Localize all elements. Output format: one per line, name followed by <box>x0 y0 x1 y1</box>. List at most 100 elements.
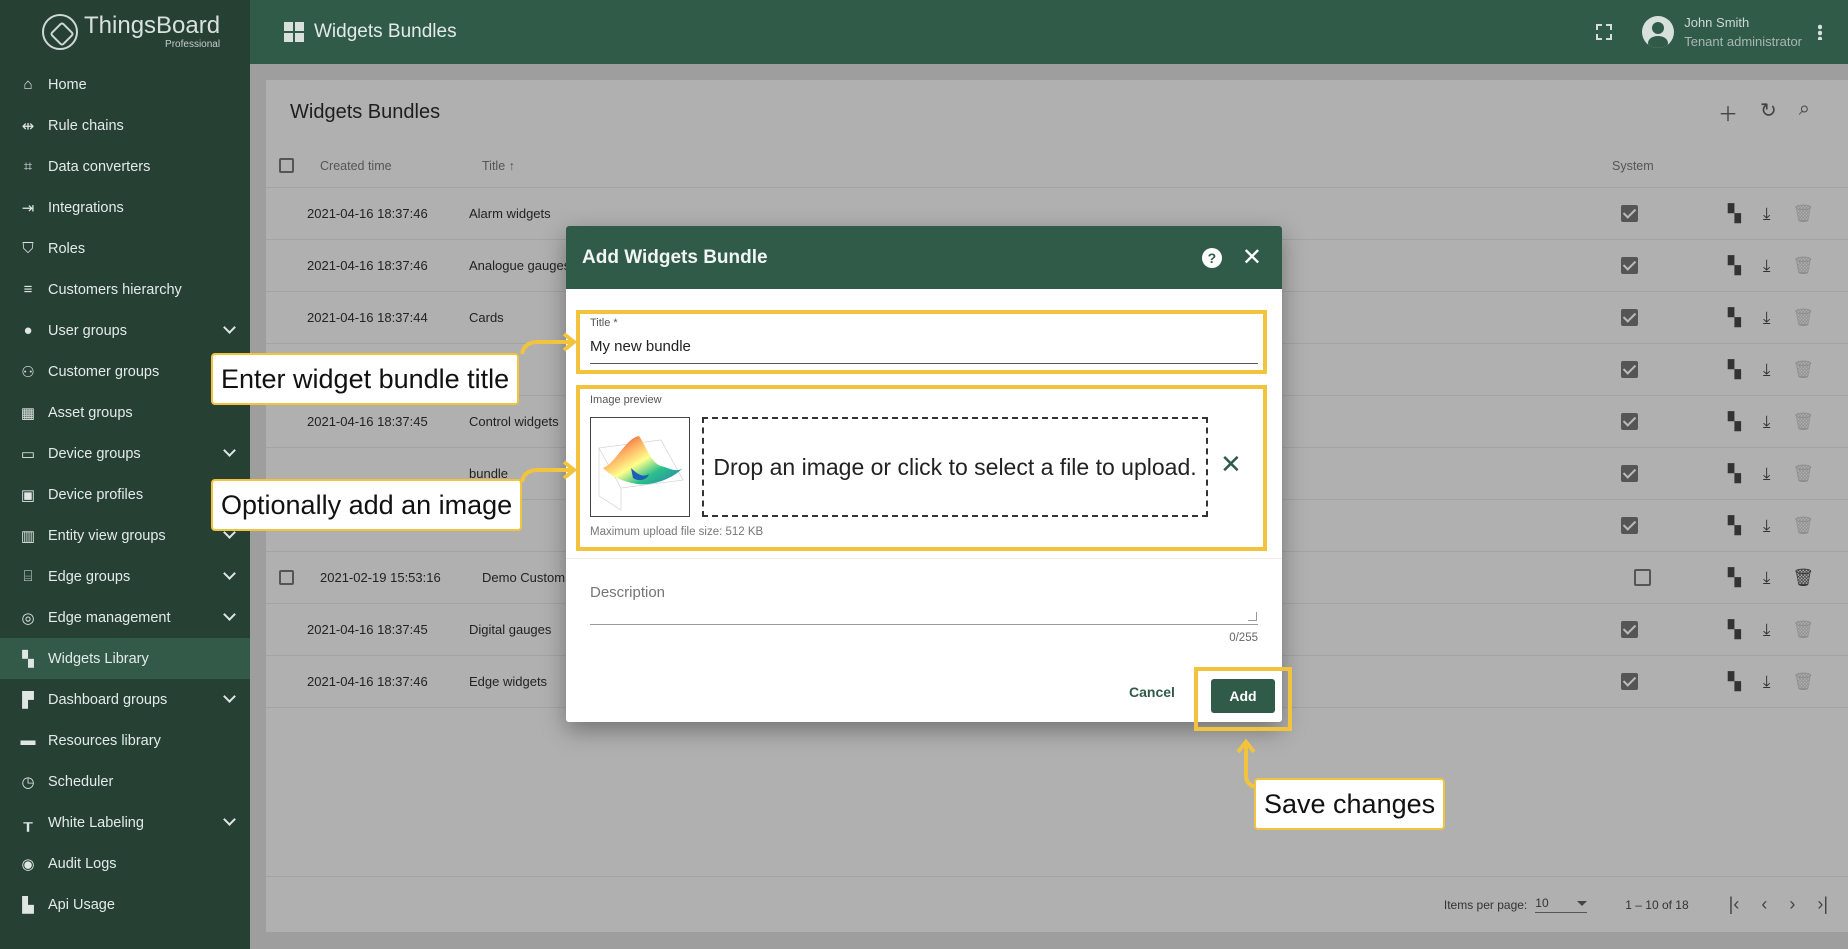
user-name: John Smith <box>1684 15 1750 30</box>
prev-page-icon[interactable]: ‹ <box>1761 894 1767 915</box>
system-checkbox <box>1620 205 1638 222</box>
logo[interactable]: ThingsBoard Professional <box>0 0 250 64</box>
items-per-page-label: Items per page: <box>1443 897 1528 912</box>
sidebar-item-integrations[interactable]: ⇥ Integrations <box>0 187 250 228</box>
delete-icon[interactable]: 🗑 <box>1792 256 1814 276</box>
export-icon[interactable]: ⤓ <box>1763 204 1771 224</box>
cancel-button[interactable]: Cancel <box>1129 684 1175 700</box>
delete-icon[interactable]: 🗑 <box>1792 412 1814 432</box>
column-created-time[interactable]: Created time <box>320 159 482 173</box>
export-icon[interactable]: ⤓ <box>1763 568 1771 588</box>
paint-roller-icon: ┰ <box>23 814 33 832</box>
next-page-icon[interactable]: › <box>1789 894 1795 915</box>
search-icon[interactable]: ⌕ <box>1799 98 1810 127</box>
thingsboard-logo-icon <box>42 14 78 50</box>
delete-icon[interactable]: 🗑 <box>1792 464 1814 484</box>
sidebar-item-label: Customers hierarchy <box>48 281 182 298</box>
delete-icon[interactable]: 🗑 <box>1792 516 1814 536</box>
sidebar-item-resources-library[interactable]: ▬ Resources library <box>0 720 250 761</box>
open-widgets-icon[interactable]: ▚ <box>1728 516 1741 536</box>
delete-icon[interactable]: 🗑 <box>1792 672 1814 692</box>
widgets-library-icon: ▚ <box>22 650 34 668</box>
sidebar-item-edge-management[interactable]: ◎ Edge management <box>0 597 250 638</box>
data-converters-icon: ⌗ <box>23 158 33 175</box>
page-range: 1 – 10 of 18 <box>1625 897 1689 912</box>
add-icon[interactable]: ＋ <box>1718 98 1738 127</box>
panel-title: Widgets Bundles <box>290 100 441 123</box>
sidebar-item-dashboard-groups[interactable]: ▛ Dashboard groups <box>0 679 250 720</box>
open-widgets-icon[interactable]: ▚ <box>1728 568 1741 588</box>
app-name: ThingsBoard <box>84 12 221 39</box>
sidebar-item-scheduler[interactable]: ◷ Scheduler <box>0 761 250 802</box>
delete-icon[interactable]: 🗑 <box>1792 568 1814 588</box>
sidebar-item-data-converters[interactable]: ⌗ Data converters <box>0 146 250 187</box>
open-widgets-icon[interactable]: ▚ <box>1728 308 1741 328</box>
export-icon[interactable]: ⤓ <box>1763 620 1771 640</box>
export-icon[interactable]: ⤓ <box>1763 516 1771 536</box>
sidebar-item-user-groups[interactable]: ● User groups <box>0 310 250 351</box>
chevron-down-icon[interactable] <box>223 444 236 457</box>
export-icon[interactable]: ⤓ <box>1763 464 1771 484</box>
avatar[interactable] <box>1642 16 1675 48</box>
page-title: Widgets Bundles <box>314 21 457 42</box>
select-all-checkbox[interactable] <box>279 158 294 173</box>
export-icon[interactable]: ⤓ <box>1763 360 1771 380</box>
delete-icon[interactable]: 🗑 <box>1792 204 1814 224</box>
delete-icon[interactable]: 🗑 <box>1792 620 1814 640</box>
delete-icon[interactable]: 🗑 <box>1792 308 1814 328</box>
delete-icon[interactable]: 🗑 <box>1792 360 1814 380</box>
open-widgets-icon[interactable]: ▚ <box>1728 620 1741 640</box>
open-widgets-icon[interactable]: ▚ <box>1728 412 1741 432</box>
cell-title: Alarm widgets <box>469 206 551 221</box>
image-highlight <box>576 385 1267 551</box>
export-icon[interactable]: ⤓ <box>1763 672 1771 692</box>
folder-icon: ▬ <box>20 732 36 749</box>
fullscreen-icon[interactable] <box>1596 24 1613 40</box>
system-checkbox <box>1633 569 1651 586</box>
sidebar-item-label: Data converters <box>48 158 151 175</box>
chevron-down-icon[interactable] <box>223 567 236 580</box>
sidebar-item-customers-hierarchy[interactable]: ≡ Customers hierarchy <box>0 269 250 310</box>
system-checkbox <box>1620 465 1638 482</box>
chevron-down-icon[interactable] <box>223 608 236 621</box>
export-icon[interactable]: ⤓ <box>1763 412 1771 432</box>
export-icon[interactable]: ⤓ <box>1763 308 1771 328</box>
chevron-down-icon[interactable] <box>223 813 236 826</box>
sidebar-item-device-groups[interactable]: ▭ Device groups <box>0 433 250 474</box>
cell-created-time: 2021-04-16 18:37:44 <box>307 310 428 325</box>
row-checkbox[interactable] <box>279 570 294 585</box>
customer-groups-icon: ⚇ <box>21 363 35 381</box>
sidebar-item-roles[interactable]: ⛉ Roles <box>0 228 250 269</box>
device-profiles-icon: ▣ <box>20 486 36 504</box>
refresh-icon[interactable]: ↻ <box>1760 98 1777 127</box>
system-checkbox <box>1620 257 1638 274</box>
help-icon[interactable]: ? <box>1201 247 1222 268</box>
more-vert-icon[interactable] <box>1818 24 1822 40</box>
chevron-down-icon[interactable] <box>223 321 236 334</box>
home-icon: ⌂ <box>23 76 33 93</box>
export-icon[interactable]: ⤓ <box>1763 256 1771 276</box>
system-checkbox <box>1620 673 1638 690</box>
sidebar-item-edge-groups[interactable]: ⌸ Edge groups <box>0 556 250 597</box>
open-widgets-icon[interactable]: ▚ <box>1728 204 1741 224</box>
open-widgets-icon[interactable]: ▚ <box>1728 256 1741 276</box>
close-icon[interactable]: ✕ <box>1242 245 1262 270</box>
description-input[interactable]: Description <box>590 584 665 601</box>
sidebar-item-rule-chains[interactable]: ⇹ Rule chains <box>0 105 250 146</box>
chevron-down-icon[interactable] <box>223 690 236 703</box>
sidebar-item-label: Customer groups <box>48 363 160 380</box>
first-page-icon[interactable]: |‹ <box>1729 894 1740 915</box>
sidebar-item-white-labeling[interactable]: ┰ White Labeling <box>0 802 250 843</box>
resize-handle-icon[interactable] <box>1248 612 1257 621</box>
open-widgets-icon[interactable]: ▚ <box>1728 464 1741 484</box>
sidebar-item-home[interactable]: ⌂ Home <box>0 64 250 105</box>
last-page-icon[interactable]: ›| <box>1817 894 1828 915</box>
items-per-page-select[interactable]: 10 <box>1535 896 1588 913</box>
sidebar-item-label: Device profiles <box>48 486 144 503</box>
sidebar-item-audit-logs[interactable]: ◉ Audit Logs <box>0 843 250 884</box>
column-title[interactable]: Title ↑ <box>482 159 1612 173</box>
sidebar-item-api-usage[interactable]: ▙ Api Usage <box>0 884 250 925</box>
open-widgets-icon[interactable]: ▚ <box>1728 672 1741 692</box>
open-widgets-icon[interactable]: ▚ <box>1728 360 1741 380</box>
sidebar-item-widgets-library[interactable]: ▚ Widgets Library <box>0 638 250 679</box>
